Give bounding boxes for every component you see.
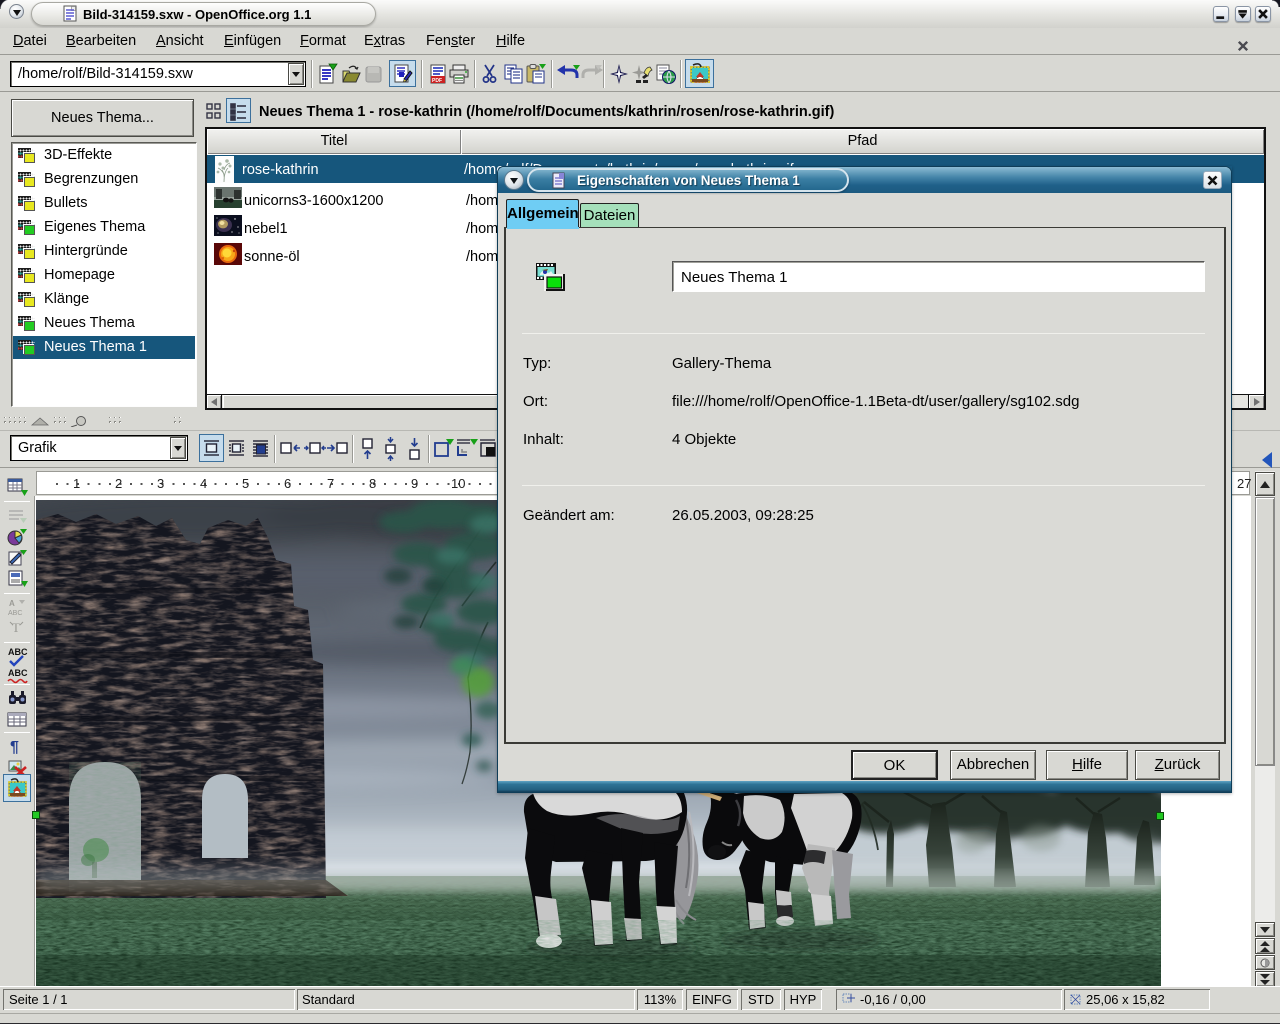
- svg-text:A: A: [9, 599, 15, 608]
- svg-text:ABC: ABC: [8, 610, 22, 617]
- svg-text:¶: ¶: [10, 739, 19, 756]
- svg-text:PDF: PDF: [432, 78, 442, 84]
- svg-text:T: T: [12, 620, 20, 635]
- svg-text:ABC: ABC: [8, 668, 28, 678]
- svg-text:ABC: ABC: [8, 647, 28, 657]
